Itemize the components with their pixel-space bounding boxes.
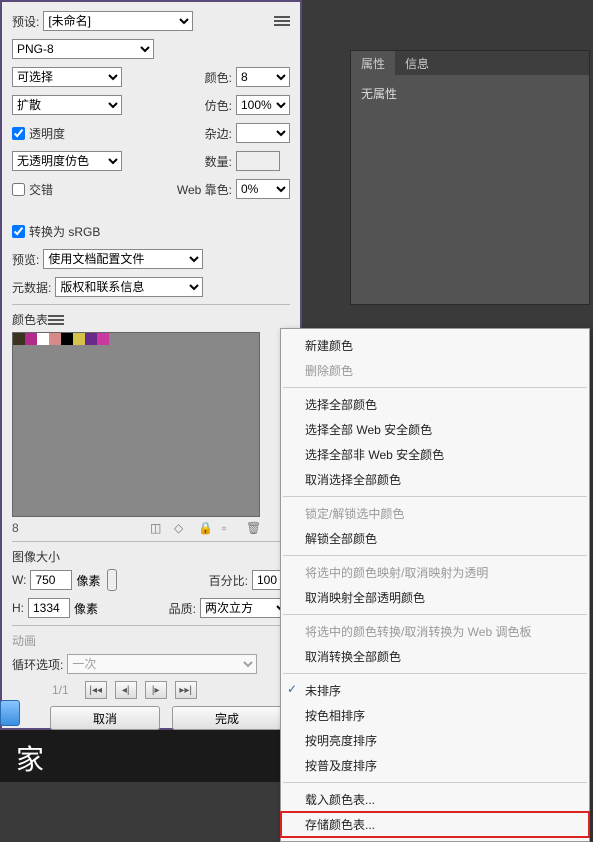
matte-select[interactable] — [236, 123, 290, 143]
transparency-map-icon[interactable]: ◇ — [174, 521, 188, 535]
websnap-label: Web 靠色: — [177, 181, 232, 198]
color-swatch[interactable] — [49, 333, 61, 345]
color-swatch[interactable] — [37, 333, 49, 345]
dither-label: 仿色: — [205, 97, 232, 114]
trash-icon[interactable]: 🗑 — [246, 521, 260, 535]
preset-row: 预设: [未命名] — [12, 10, 290, 32]
dither-amount-select[interactable]: 100% — [236, 95, 290, 115]
percent-label: 百分比: — [209, 572, 248, 589]
format-row: PNG-8 — [12, 38, 290, 60]
metadata-label: 元数据: — [12, 279, 51, 296]
next-frame-button: |▸ — [145, 681, 167, 699]
mi-unmap-all[interactable]: 取消映射全部透明颜色 — [281, 585, 589, 610]
srgb-checkbox[interactable] — [12, 225, 25, 238]
lock-icon[interactable]: 🔒 — [198, 521, 212, 535]
quality-label: 品质: — [169, 600, 196, 617]
preview-select[interactable]: 使用文档配置文件 — [43, 249, 203, 269]
matte-label: 杂边: — [205, 125, 232, 142]
properties-panel: 属性 信息 无属性 — [350, 50, 590, 305]
preset-label: 预设: — [12, 13, 39, 30]
loop-label: 循环选项: — [12, 656, 63, 673]
px-label-2: 像素 — [74, 600, 98, 617]
color-swatch[interactable] — [61, 333, 73, 345]
done-button[interactable]: 完成 — [172, 706, 282, 730]
color-swatch[interactable] — [85, 333, 97, 345]
tab-properties[interactable]: 属性 — [351, 51, 395, 75]
link-dimensions-icon[interactable] — [107, 569, 117, 591]
format-select[interactable]: PNG-8 — [12, 39, 154, 59]
mi-unlock-all[interactable]: 解锁全部颜色 — [281, 526, 589, 551]
color-swatch[interactable] — [13, 333, 25, 345]
color-swatch[interactable] — [25, 333, 37, 345]
trans-dither-select[interactable]: 无透明度仿色 — [12, 151, 122, 171]
mi-select-all[interactable]: 选择全部颜色 — [281, 392, 589, 417]
mi-select-web[interactable]: 选择全部 Web 安全颜色 — [281, 417, 589, 442]
image-size-label: 图像大小 — [12, 548, 290, 565]
loop-select: 一次 — [67, 654, 257, 674]
color-swatch[interactable] — [73, 333, 85, 345]
mi-deselect-all[interactable]: 取消选择全部颜色 — [281, 467, 589, 492]
width-label: W: — [12, 573, 26, 587]
trans-amount-label: 数量: — [205, 153, 232, 170]
mi-delete-color: 删除颜色 — [281, 358, 589, 383]
height-label: H: — [12, 601, 24, 615]
save-for-web-options-panel: 预设: [未命名] PNG-8 可选择 颜色: 8 扩散 仿色: 100% 透明… — [0, 0, 302, 730]
colors-select[interactable]: 8 — [236, 67, 290, 87]
properties-body: 无属性 — [351, 75, 589, 112]
preset-flyout-icon[interactable] — [274, 14, 290, 28]
preset-select[interactable]: [未命名] — [43, 11, 193, 31]
reduction-select[interactable]: 可选择 — [12, 67, 122, 87]
colors-label: 颜色: — [205, 69, 232, 86]
mi-sort-hue[interactable]: 按色相排序 — [281, 703, 589, 728]
first-frame-button: |◂◂ — [85, 681, 107, 699]
last-frame-button: ▸▸| — [175, 681, 197, 699]
color-table-label: 颜色表 — [12, 311, 48, 328]
dither-algo-select[interactable]: 扩散 — [12, 95, 122, 115]
metadata-select[interactable]: 版权和联系信息 — [55, 277, 203, 297]
transparency-checkbox[interactable] — [12, 127, 25, 140]
preview-label: 预览: — [12, 251, 39, 268]
px-label-1: 像素 — [76, 572, 100, 589]
transparency-label: 透明度 — [29, 125, 65, 142]
srgb-label: 转换为 sRGB — [29, 223, 100, 240]
animation-label: 动画 — [12, 632, 290, 649]
quality-select[interactable]: 两次立方 — [200, 598, 290, 618]
new-swatch-icon[interactable]: ▫ — [222, 521, 236, 535]
mi-sort-lum[interactable]: 按明亮度排序 — [281, 728, 589, 753]
websnap-select[interactable]: 0% — [236, 179, 290, 199]
trans-amount-input — [236, 151, 280, 171]
mi-unshift-all[interactable]: 取消转换全部颜色 — [281, 644, 589, 669]
mi-map-trans: 将选中的颜色映射/取消映射为透明 — [281, 560, 589, 585]
color-table-footer: 8 ◫ ◇ 🔒 ▫ 🗑 — [12, 521, 260, 535]
websafe-toggle-icon[interactable]: ◫ — [150, 521, 164, 535]
mi-sort-pop[interactable]: 按普及度排序 — [281, 753, 589, 778]
color-table-flyout-icon[interactable] — [48, 313, 64, 327]
mi-load-table[interactable]: 载入颜色表... — [281, 787, 589, 812]
color-swatch[interactable] — [97, 333, 109, 345]
interlace-checkbox[interactable] — [12, 183, 25, 196]
interlace-label: 交错 — [29, 181, 53, 198]
color-count: 8 — [12, 521, 19, 535]
mi-lock: 锁定/解锁选中颜色 — [281, 501, 589, 526]
cancel-button[interactable]: 取消 — [50, 706, 160, 730]
background-watermark: 家 — [0, 730, 302, 782]
frame-indicator: 1/1 — [52, 683, 69, 697]
width-input[interactable] — [30, 570, 72, 590]
mi-save-table[interactable]: 存储颜色表... — [281, 812, 589, 837]
mi-new-color[interactable]: 新建颜色 — [281, 333, 589, 358]
color-table[interactable] — [12, 332, 260, 517]
mi-unsorted[interactable]: 未排序 — [281, 678, 589, 703]
mi-shift-web: 将选中的颜色转换/取消转换为 Web 调色板 — [281, 619, 589, 644]
prev-frame-button: ◂| — [115, 681, 137, 699]
height-input[interactable] — [28, 598, 70, 618]
color-table-context-menu: 新建颜色 删除颜色 选择全部颜色 选择全部 Web 安全颜色 选择全部非 Web… — [280, 328, 590, 842]
mi-select-nonweb[interactable]: 选择全部非 Web 安全颜色 — [281, 442, 589, 467]
tab-info[interactable]: 信息 — [395, 51, 439, 75]
